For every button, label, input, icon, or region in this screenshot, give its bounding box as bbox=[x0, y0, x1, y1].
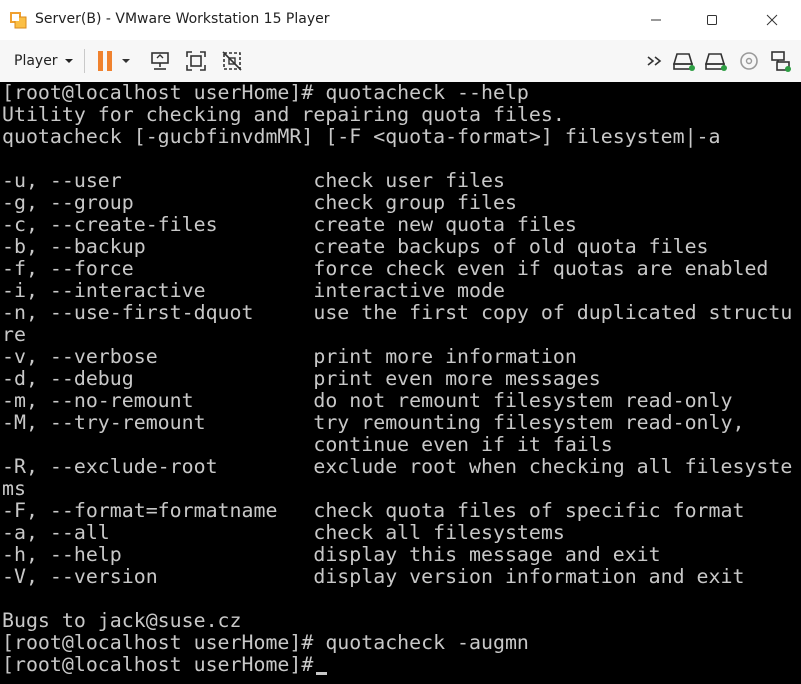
console-line: -V, --version display version informatio… bbox=[2, 565, 745, 588]
console-line: -g, --group check group files bbox=[2, 191, 517, 214]
cd-dvd-icon bbox=[738, 50, 760, 72]
console-line: -u, --user check user files bbox=[2, 169, 505, 192]
maximize-button[interactable] bbox=[689, 0, 735, 40]
console-line: [root@localhost userHome]# bbox=[2, 653, 314, 676]
cd-dvd-button[interactable] bbox=[737, 49, 761, 73]
console-line: [root@localhost userHome]# quotacheck --… bbox=[2, 82, 529, 104]
more-devices-icon bbox=[645, 51, 665, 71]
window-title: Server(B) - VMware Workstation 15 Player bbox=[35, 11, 330, 27]
console-line: -F, --format=formatname check quota file… bbox=[2, 499, 745, 522]
console-line: -m, --no-remount do not remount filesyst… bbox=[2, 389, 733, 412]
more-devices-button[interactable] bbox=[643, 49, 667, 73]
console-line: [root@localhost userHome]# quotacheck -a… bbox=[2, 631, 529, 654]
console-line: -i, --interactive interactive mode bbox=[2, 279, 505, 302]
player-menu-button[interactable]: Player bbox=[6, 48, 82, 74]
console-line: -n, --use-first-dquot use the first copy… bbox=[2, 301, 793, 324]
console-line: -c, --create-files create new quota file… bbox=[2, 213, 577, 236]
vmware-player-window: Server(B) - VMware Workstation 15 Player… bbox=[0, 0, 801, 684]
console-line: -a, --all check all filesystems bbox=[2, 521, 565, 544]
console-line: continue even if it fails bbox=[2, 433, 613, 456]
fit-guest-button[interactable] bbox=[184, 49, 208, 73]
hard-disk-2-button[interactable] bbox=[704, 49, 728, 73]
pause-dropdown-button[interactable] bbox=[119, 49, 133, 73]
maximize-icon bbox=[706, 14, 718, 26]
close-icon bbox=[766, 14, 778, 26]
vmware-icon bbox=[9, 11, 27, 29]
text-cursor bbox=[316, 672, 328, 675]
console-line: -d, --debug print even more messages bbox=[2, 367, 601, 390]
dropdown-arrow-icon bbox=[121, 57, 131, 65]
hard-disk-icon bbox=[705, 50, 727, 72]
console-line: Bugs to jack@suse.cz bbox=[2, 609, 242, 632]
console-line: ms bbox=[2, 477, 26, 500]
console-line: -M, --try-remount try remounting filesys… bbox=[2, 411, 745, 434]
unity-icon bbox=[221, 50, 243, 72]
guest-console[interactable]: [root@localhost userHome]# quotacheck --… bbox=[0, 82, 801, 684]
console-line: Utility for checking and repairing quota… bbox=[2, 103, 565, 126]
console-line: -h, --help display this message and exit bbox=[2, 543, 661, 566]
send-ctrl-alt-del-icon bbox=[149, 50, 171, 72]
toolbar-divider bbox=[84, 49, 85, 73]
console-line: -v, --verbose print more information bbox=[2, 345, 577, 368]
player-menu-label: Player bbox=[14, 53, 58, 69]
hard-disk-1-button[interactable] bbox=[672, 49, 696, 73]
minimize-icon bbox=[650, 14, 662, 26]
title-bar[interactable]: Server(B) - VMware Workstation 15 Player bbox=[0, 0, 801, 40]
pause-button[interactable] bbox=[93, 49, 117, 73]
console-line: -f, --force force check even if quotas a… bbox=[2, 257, 769, 280]
console-line: -R, --exclude-root exclude root when che… bbox=[2, 455, 793, 478]
network-button[interactable] bbox=[768, 49, 792, 73]
minimize-button[interactable] bbox=[633, 0, 679, 40]
network-icon bbox=[769, 50, 791, 72]
send-ctrl-alt-del-button[interactable] bbox=[148, 49, 172, 73]
toolbar: Player bbox=[0, 40, 801, 82]
unity-button[interactable] bbox=[220, 49, 244, 73]
close-button[interactable] bbox=[749, 0, 795, 40]
console-line: -b, --backup create backups of old quota… bbox=[2, 235, 709, 258]
console-line: re bbox=[2, 323, 26, 346]
pause-icon bbox=[95, 49, 115, 73]
console-line: quotacheck [-gucbfinvdmMR] [-F <quota-fo… bbox=[2, 125, 721, 148]
chevron-down-icon bbox=[64, 53, 74, 69]
fit-guest-icon bbox=[185, 50, 207, 72]
hard-disk-icon bbox=[673, 50, 695, 72]
